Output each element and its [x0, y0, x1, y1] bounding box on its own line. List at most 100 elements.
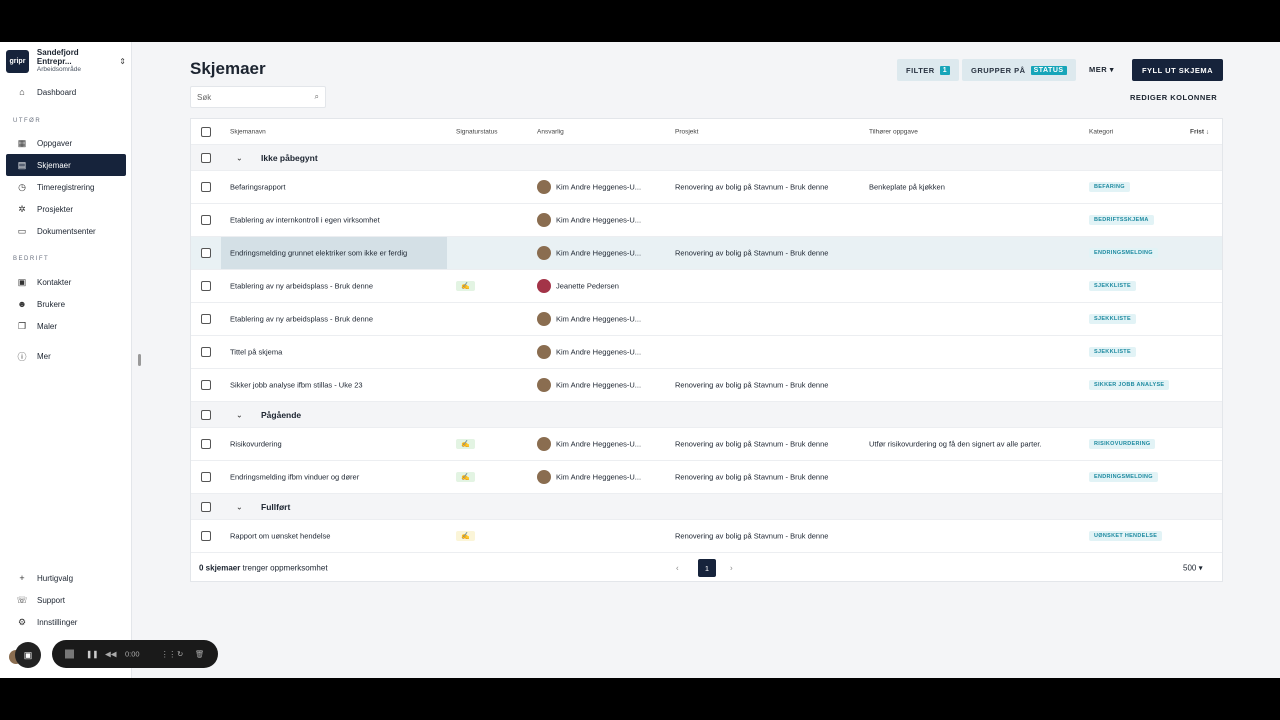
category-badge: BEFARING: [1089, 182, 1130, 192]
group-checkbox[interactable]: [201, 409, 211, 420]
workspace-subtitle: Arbeidsområde: [36, 66, 81, 74]
owner-name: Kim Andre Heggenes-U...: [556, 347, 642, 357]
group-by-button[interactable]: GRUPPER PÅ STATUS: [962, 59, 1076, 81]
column-header[interactable]: Ansvarlig: [537, 128, 564, 135]
column-header[interactable]: Skjemanavn: [230, 128, 266, 135]
table-footer: 0 skjemaer trenger oppmerksomhet ‹ 1 › 5…: [191, 554, 1222, 582]
chevron-down-icon[interactable]: ⌄: [236, 410, 243, 419]
table-row[interactable]: Etablering av internkontroll i egen virk…: [191, 204, 1222, 237]
project-name: Renovering av bolig på Stavnum - Bruk de…: [675, 439, 829, 449]
form-name[interactable]: Etablering av ny arbeidsplass - Bruk den…: [230, 282, 373, 291]
sidebar-item-skjemaer[interactable]: ▤ Skjemaer: [6, 154, 126, 176]
form-name[interactable]: Rapport om uønsket hendelse: [230, 532, 330, 541]
sidebar-item-oppgaver[interactable]: ▦ Oppgaver: [6, 132, 126, 154]
select-all-checkbox[interactable]: [201, 126, 211, 137]
category-badge: RISIKOVURDERING: [1089, 439, 1156, 449]
row-checkbox[interactable]: [201, 531, 211, 541]
stop-icon[interactable]: [65, 649, 74, 659]
form-name[interactable]: Etablering av internkontroll i egen virk…: [230, 216, 380, 225]
search-icon: ⌕: [314, 92, 319, 101]
more-button[interactable]: MER ▾: [1089, 65, 1114, 74]
sidebar-item-mer[interactable]: ⓘ Mer: [6, 345, 126, 367]
trash-icon[interactable]: 🗑: [195, 650, 205, 659]
form-name[interactable]: Endringsmelding grunnet elektriker som i…: [230, 249, 407, 258]
sidebar: gripr Sandefjord Entrepr... Arbeidsområd…: [0, 42, 132, 678]
rewind-icon[interactable]: ◀◀: [105, 650, 117, 659]
table-row[interactable]: Risikovurdering ✍ Kim Andre Heggenes-U... R…: [191, 428, 1222, 461]
group-row[interactable]: ⌄ Ikke påbegynt: [191, 145, 1222, 171]
row-checkbox[interactable]: [201, 281, 211, 291]
sidebar-item-brukere[interactable]: ☻ Brukere: [6, 293, 126, 315]
page-button[interactable]: 1: [698, 559, 716, 577]
sidebar-item-prosjekter[interactable]: ✲ Prosjekter: [6, 198, 126, 220]
row-checkbox[interactable]: [201, 182, 211, 192]
sidebar-item-dashboard[interactable]: ⌂ Dashboard: [6, 81, 126, 103]
sidebar-item-innstillinger[interactable]: ⚙ Innstillinger: [6, 611, 126, 633]
sidebar-item-maler[interactable]: ❐ Maler: [6, 315, 126, 337]
per-page-select[interactable]: 500 ▾: [1183, 564, 1203, 573]
sidebar-item-timeregistrering[interactable]: ◷ Timeregistrering: [6, 176, 126, 198]
row-checkbox[interactable]: [201, 314, 211, 324]
column-header-frist[interactable]: Frist ↓: [1190, 128, 1209, 135]
folder-icon: ▭: [17, 225, 27, 236]
column-header[interactable]: Signaturstatus: [456, 128, 498, 135]
sidebar-item-label: Brukere: [37, 299, 66, 309]
table-row[interactable]: Endringsmelding grunnet elektriker som i…: [191, 237, 1222, 270]
group-checkbox[interactable]: [201, 152, 211, 163]
sidebar-item-label: Dokumentsenter: [37, 226, 96, 236]
search-input[interactable]: Søk ⌕: [190, 86, 326, 108]
row-checkbox[interactable]: [201, 472, 211, 482]
next-page-icon[interactable]: ›: [730, 564, 733, 573]
table-row[interactable]: Tittel på skjema Kim Andre Heggenes-U... S…: [191, 336, 1222, 369]
restart-icon[interactable]: ↻: [177, 650, 183, 659]
sidebar-item-dokumentsenter[interactable]: ▭ Dokumentsenter: [6, 220, 126, 242]
edit-columns-button[interactable]: REDIGER KOLONNER: [1130, 93, 1217, 102]
column-header[interactable]: Prosjekt: [675, 128, 698, 135]
sidebar-item-support[interactable]: ☏ Support: [6, 589, 126, 611]
filter-button[interactable]: FILTER 1: [897, 59, 960, 81]
form-name[interactable]: Risikovurdering: [230, 440, 282, 449]
signature-icon: ✍: [456, 531, 475, 541]
task-name: Utfør risikovurdering og få den signert …: [869, 439, 1042, 449]
column-header[interactable]: Kategori: [1089, 128, 1113, 135]
workspace-switcher[interactable]: gripr Sandefjord Entrepr... Arbeidsområd…: [6, 48, 126, 74]
row-checkbox[interactable]: [201, 439, 211, 449]
gear-icon: ⚙: [17, 616, 27, 627]
row-checkbox[interactable]: [201, 380, 211, 390]
table-row[interactable]: Befaringsrapport Kim Andre Heggenes-U... R…: [191, 171, 1222, 204]
calendar-icon: ▦: [17, 137, 27, 148]
form-name[interactable]: Endringsmelding ifbm vinduer og dører: [230, 473, 359, 482]
row-checkbox[interactable]: [201, 347, 211, 357]
prev-page-icon[interactable]: ‹: [676, 564, 679, 573]
camera-icon[interactable]: ▣: [15, 642, 41, 668]
group-row[interactable]: ⌄ Fullført: [191, 494, 1222, 520]
project-name: Renovering av bolig på Stavnum - Bruk de…: [675, 380, 829, 390]
grid-icon[interactable]: ⋮⋮: [161, 650, 176, 659]
group-row[interactable]: ⌄ Pågående: [191, 402, 1222, 428]
group-checkbox[interactable]: [201, 501, 211, 512]
section-label: BEDRIFT: [13, 256, 50, 262]
form-name[interactable]: Befaringsrapport: [230, 183, 285, 192]
sidebar-resize-handle[interactable]: [138, 354, 141, 366]
row-checkbox[interactable]: [201, 248, 211, 258]
table-row[interactable]: Rapport om uønsket hendelse ✍ Renovering a…: [191, 520, 1222, 553]
form-name[interactable]: Tittel på skjema: [230, 348, 282, 357]
recorder-time: 0:00: [125, 649, 140, 659]
row-checkbox[interactable]: [201, 215, 211, 225]
sidebar-item-hurtigvalg[interactable]: + Hurtigvalg: [6, 567, 126, 589]
fill-form-button[interactable]: FYLL UT SKJEMA: [1132, 59, 1223, 81]
chevron-down-icon[interactable]: ⌄: [236, 153, 243, 162]
pause-icon[interactable]: ❚❚: [86, 650, 99, 659]
form-name[interactable]: Sikker jobb analyse ifbm stillas - Uke 2…: [230, 381, 363, 390]
table-row[interactable]: Etablering av ny arbeidsplass - Bruk den…: [191, 303, 1222, 336]
sidebar-item-label: Prosjekter: [37, 204, 74, 214]
column-header[interactable]: Tilhører oppgave: [869, 128, 918, 135]
search-placeholder: Søk: [197, 92, 212, 102]
chevron-down-icon[interactable]: ⌄: [236, 502, 243, 511]
table-row[interactable]: Etablering av ny arbeidsplass - Bruk den…: [191, 270, 1222, 303]
form-name[interactable]: Etablering av ny arbeidsplass - Bruk den…: [230, 315, 373, 324]
table-row[interactable]: Endringsmelding ifbm vinduer og dører ✍ Ki…: [191, 461, 1222, 494]
sidebar-item-kontakter[interactable]: ▣ Kontakter: [6, 271, 126, 293]
table-row[interactable]: Sikker jobb analyse ifbm stillas - Uke 2…: [191, 369, 1222, 402]
forms-table: Skjemanavn Signaturstatus Ansvarlig Pros…: [190, 118, 1223, 582]
